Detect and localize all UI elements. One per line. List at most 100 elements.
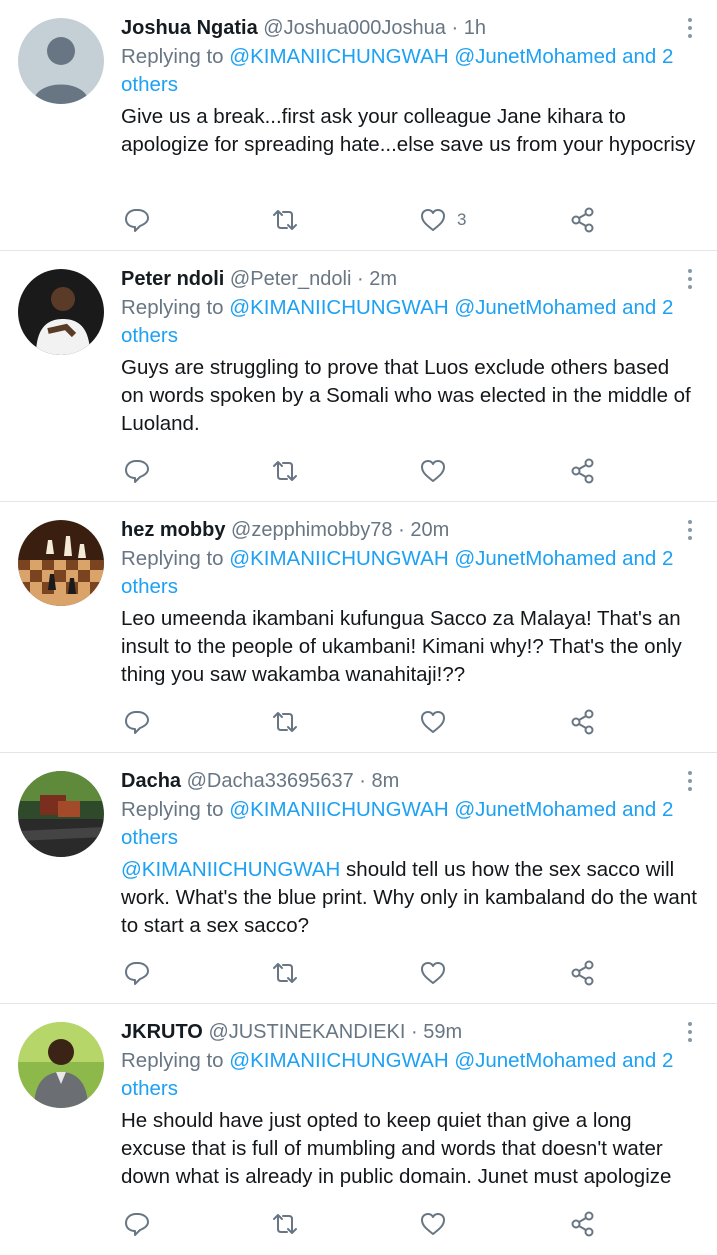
action-bar xyxy=(121,707,697,737)
tweet-text: He should have just opted to keep quiet … xyxy=(121,1107,697,1191)
replying-label: Replying to xyxy=(121,1049,224,1072)
more-options-icon[interactable] xyxy=(685,1022,695,1046)
reply-button[interactable] xyxy=(123,707,151,737)
display-name[interactable]: Dacha xyxy=(121,770,181,792)
replying-to: Replying to @KIMANIICHUNGWAH @JunetMoham… xyxy=(121,796,697,852)
timestamp[interactable]: 1h xyxy=(464,17,486,39)
share-icon xyxy=(571,1211,594,1237)
tweet-body: He should have just opted to keep quiet … xyxy=(121,1109,672,1188)
tweet-header: Peter ndoli @Peter_ndoli · 2m xyxy=(121,268,397,290)
display-name[interactable]: hez mobby xyxy=(121,519,225,541)
like-button[interactable]: 3 xyxy=(419,205,466,235)
chess-board-photo xyxy=(18,520,104,606)
reply-feed: Joshua Ngatia @Joshua000Joshua · 1h Repl… xyxy=(0,0,717,1255)
user-handle[interactable]: @Joshua000Joshua xyxy=(263,17,446,39)
heart-icon xyxy=(421,460,445,482)
reply-button[interactable] xyxy=(123,205,151,235)
user-handle[interactable]: @JUSTINEKANDIEKI xyxy=(208,1021,405,1043)
tweet-text: @KIMANIICHUNGWAH should tell us how the … xyxy=(121,856,697,940)
heart-icon xyxy=(421,1213,445,1235)
retweet-icon xyxy=(273,963,297,983)
timestamp[interactable]: 2m xyxy=(369,268,397,290)
person-photo xyxy=(18,1022,104,1108)
share-button[interactable] xyxy=(569,456,597,486)
reply-icon xyxy=(125,1213,149,1236)
replying-to: Replying to @KIMANIICHUNGWAH @JunetMoham… xyxy=(121,545,697,601)
avatar[interactable] xyxy=(18,520,104,606)
retweet-button[interactable] xyxy=(271,958,299,988)
share-button[interactable] xyxy=(569,958,597,988)
avatar[interactable] xyxy=(18,18,104,104)
action-bar xyxy=(121,1209,697,1239)
share-button[interactable] xyxy=(569,707,597,737)
like-button[interactable] xyxy=(419,456,457,486)
retweet-icon xyxy=(273,461,297,481)
avatar[interactable] xyxy=(18,771,104,857)
avatar[interactable] xyxy=(18,269,104,355)
more-options-icon[interactable] xyxy=(685,520,695,544)
tweet[interactable]: hez mobby @zepphimobby78 · 20m Replying … xyxy=(0,502,717,753)
replying-to: Replying to @KIMANIICHUNGWAH @JunetMoham… xyxy=(121,1047,697,1103)
retweet-icon xyxy=(273,712,297,732)
replying-to: Replying to @KIMANIICHUNGWAH @JunetMoham… xyxy=(121,294,697,350)
tweet[interactable]: Joshua Ngatia @Joshua000Joshua · 1h Repl… xyxy=(0,0,717,251)
tweet-header: JKRUTO @JUSTINEKANDIEKI · 59m xyxy=(121,1021,463,1043)
like-button[interactable] xyxy=(419,958,457,988)
tweet-body: Guys are struggling to prove that Luos e… xyxy=(121,356,691,435)
tweet-header: hez mobby @zepphimobby78 · 20m xyxy=(121,519,450,541)
timestamp[interactable]: 20m xyxy=(410,519,449,541)
tweet[interactable]: Peter ndoli @Peter_ndoli · 2m Replying t… xyxy=(0,251,717,502)
heart-icon xyxy=(421,962,445,984)
tweet-header: Joshua Ngatia @Joshua000Joshua · 1h xyxy=(121,17,486,39)
more-options-icon[interactable] xyxy=(685,269,695,293)
share-button[interactable] xyxy=(569,1209,597,1239)
more-options-icon[interactable] xyxy=(685,18,695,42)
tweet-body: Give us a break...first ask your colleag… xyxy=(121,105,696,156)
person-photo xyxy=(18,269,104,355)
display-name[interactable]: Peter ndoli xyxy=(121,268,224,290)
timestamp[interactable]: 59m xyxy=(423,1021,462,1043)
share-icon xyxy=(571,960,594,986)
replying-label: Replying to xyxy=(121,798,224,821)
default-profile-icon xyxy=(18,18,104,104)
retweet-button[interactable] xyxy=(271,1209,299,1239)
reply-icon xyxy=(125,711,149,734)
heart-icon xyxy=(421,711,445,733)
display-name[interactable]: Joshua Ngatia xyxy=(121,17,258,39)
timestamp[interactable]: 8m xyxy=(372,770,400,792)
avatar[interactable] xyxy=(18,1022,104,1108)
heart-icon xyxy=(421,209,445,231)
retweet-icon xyxy=(273,1214,297,1234)
tweet[interactable]: Dacha @Dacha33695637 · 8m Replying to @K… xyxy=(0,753,717,1004)
user-handle[interactable]: @zepphimobby78 xyxy=(231,519,393,541)
share-icon xyxy=(571,207,594,233)
replying-to: Replying to @KIMANIICHUNGWAH @JunetMoham… xyxy=(121,43,697,99)
reply-icon xyxy=(125,962,149,985)
share-icon xyxy=(571,709,594,735)
tweet-text: Guys are struggling to prove that Luos e… xyxy=(121,354,697,438)
share-icon xyxy=(571,458,594,484)
like-button[interactable] xyxy=(419,1209,457,1239)
tweet-header: Dacha @Dacha33695637 · 8m xyxy=(121,770,400,792)
share-button[interactable] xyxy=(569,205,597,235)
retweet-button[interactable] xyxy=(271,205,299,235)
display-name[interactable]: JKRUTO xyxy=(121,1021,203,1043)
tweet-body: Leo umeenda ikambani kufungua Sacco za M… xyxy=(121,607,682,686)
reply-icon xyxy=(125,209,149,232)
replying-label: Replying to xyxy=(121,547,224,570)
tweet-text: Leo umeenda ikambani kufungua Sacco za M… xyxy=(121,605,697,689)
reply-button[interactable] xyxy=(123,1209,151,1239)
tweet[interactable]: JKRUTO @JUSTINEKANDIEKI · 59m Replying t… xyxy=(0,1004,717,1255)
mention-link[interactable]: @KIMANIICHUNGWAH xyxy=(121,858,340,881)
retweet-icon xyxy=(273,210,297,230)
replying-label: Replying to xyxy=(121,45,224,68)
retweet-button[interactable] xyxy=(271,707,299,737)
reply-button[interactable] xyxy=(123,456,151,486)
retweet-button[interactable] xyxy=(271,456,299,486)
like-button[interactable] xyxy=(419,707,457,737)
reply-button[interactable] xyxy=(123,958,151,988)
user-handle[interactable]: @Dacha33695637 xyxy=(187,770,354,792)
more-options-icon[interactable] xyxy=(685,771,695,795)
like-count: 3 xyxy=(457,210,467,229)
user-handle[interactable]: @Peter_ndoli xyxy=(230,268,351,290)
